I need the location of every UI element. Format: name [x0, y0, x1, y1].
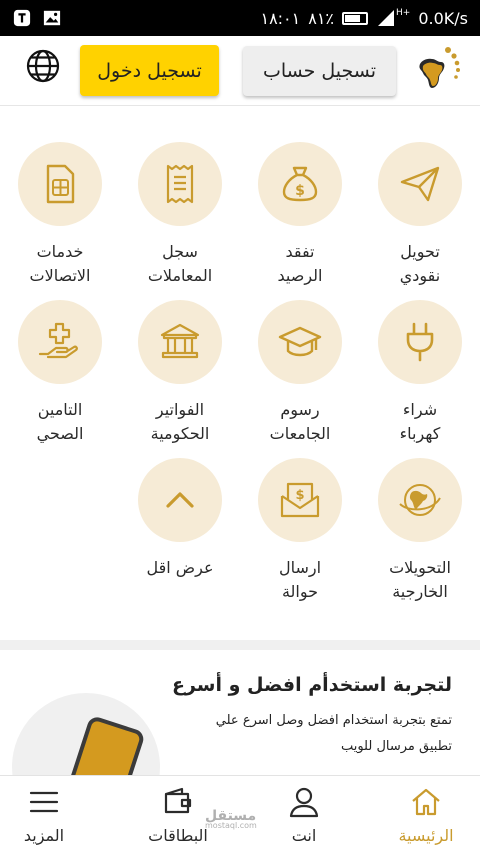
- service-government-bills[interactable]: الفواتير الحكومية: [120, 300, 240, 446]
- user-icon: [289, 787, 319, 818]
- service-send-remittance[interactable]: $ ارسال حوالة: [240, 458, 360, 604]
- money-envelope-icon: $: [280, 482, 320, 518]
- service-icon-circle: $: [258, 458, 342, 542]
- watermark-sub: mostaql.com: [205, 821, 257, 830]
- service-label: شراء كهرباء: [399, 400, 441, 443]
- chevron-up-icon: [166, 492, 194, 508]
- promo-title: لتجربة استخدأم افضل و أسرع: [171, 674, 452, 696]
- graduation-cap-icon: [278, 326, 322, 357]
- nav-home[interactable]: الرئيسية: [366, 786, 480, 845]
- status-bar: ١٨:٠١ ٨١٪ H+ 0.0K/s: [0, 0, 480, 36]
- service-icon-circle: [378, 458, 462, 542]
- service-buy-electricity[interactable]: شراء كهرباء: [360, 300, 480, 446]
- promo-text: تمتع بتجربة استخدام افضل وصل اسرع علي تط…: [215, 713, 452, 754]
- service-label: ارسال حوالة: [278, 558, 322, 601]
- status-right-icons: ١٨:٠١ ٨١٪ H+ 0.0K/s: [260, 8, 468, 28]
- service-icon-circle: [378, 300, 462, 384]
- language-globe-icon[interactable]: [25, 48, 61, 84]
- nav-label: انت: [291, 826, 317, 845]
- app-notification-icon: [12, 8, 32, 28]
- section-divider: [0, 640, 480, 650]
- service-international-transfers[interactable]: التحويلات الخارجية: [360, 458, 480, 604]
- menu-icon: [29, 791, 59, 813]
- globe-transfer-icon: [399, 484, 441, 516]
- service-transactions-log[interactable]: سجل المعاملات: [120, 142, 240, 288]
- service-icon-circle: [18, 142, 102, 226]
- network-speed: 0.0K/s: [418, 8, 468, 28]
- service-icon-circle: [138, 142, 222, 226]
- app-logo: [419, 47, 460, 88]
- nav-label: المزيد: [23, 826, 65, 845]
- svg-text:$: $: [295, 183, 305, 199]
- service-icon-circle: [138, 300, 222, 384]
- service-icon-circle: [18, 300, 102, 384]
- nav-more[interactable]: المزيد: [0, 786, 104, 845]
- receipt-icon: [166, 164, 194, 204]
- service-label: خدمات الاتصالات: [29, 242, 91, 285]
- status-time: ١٨:٠١: [260, 8, 301, 28]
- service-icon-circle: [258, 300, 342, 384]
- watermark: مستقل mostaql.com: [205, 808, 257, 830]
- plug-icon: [406, 322, 434, 362]
- sim-card-icon: [46, 164, 75, 204]
- service-icon-circle: [138, 458, 222, 542]
- service-icon-circle: $: [258, 142, 342, 226]
- show-less-button[interactable]: عرض اقل: [120, 458, 240, 580]
- status-left-icons: [12, 8, 62, 28]
- nav-label: الرئيسية: [398, 826, 454, 845]
- service-label: الفواتير الحكومية: [150, 400, 210, 443]
- battery-percent: ٨١٪: [308, 8, 335, 28]
- bottom-navigation: الرئيسية انت البطاقات المزيد مستقل mosta…: [0, 775, 480, 854]
- government-building-icon: [160, 323, 200, 359]
- service-university-fees[interactable]: رسوم الجامعات: [240, 300, 360, 446]
- app-header: تسجيل دخول تسجيل حساب: [0, 36, 480, 106]
- service-money-transfer[interactable]: تحويل نقودي: [360, 142, 480, 288]
- service-label: عرض اقل: [146, 558, 214, 577]
- service-icon-circle: [378, 142, 462, 226]
- service-label: تفقد الرصيد: [277, 242, 323, 285]
- nav-profile[interactable]: انت: [244, 786, 364, 845]
- service-label: تحويل نقودي: [399, 242, 441, 285]
- register-button[interactable]: تسجيل حساب: [243, 46, 396, 96]
- health-hand-icon: [38, 322, 78, 359]
- wallet-icon: [164, 787, 192, 814]
- svg-text:$: $: [295, 488, 304, 503]
- signal-icon: [376, 8, 396, 28]
- service-telecom[interactable]: خدمات الاتصالات: [0, 142, 120, 288]
- image-notification-icon: [42, 8, 62, 28]
- battery-icon: [342, 11, 369, 25]
- network-type: H+: [396, 8, 411, 18]
- home-icon: [412, 788, 440, 816]
- login-button[interactable]: تسجيل دخول: [80, 45, 219, 96]
- service-health-insurance[interactable]: التامين الصحي: [0, 300, 120, 446]
- service-label: رسوم الجامعات: [269, 400, 331, 443]
- money-bag-icon: $: [282, 166, 318, 202]
- service-label: سجل المعاملات: [147, 242, 213, 285]
- service-check-balance[interactable]: $ تفقد الرصيد: [240, 142, 360, 288]
- paper-plane-icon: [400, 166, 440, 202]
- service-label: التحويلات الخارجية: [389, 558, 451, 601]
- service-label: التامين الصحي: [36, 400, 84, 443]
